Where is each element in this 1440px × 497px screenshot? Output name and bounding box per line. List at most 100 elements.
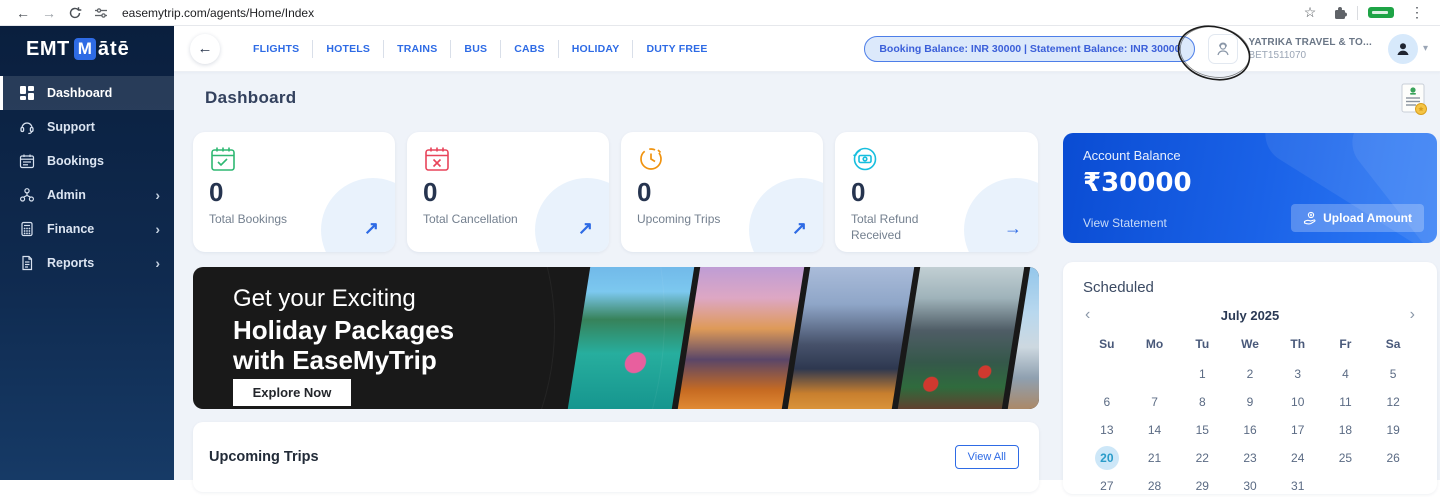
calendar-date[interactable]: 11	[1322, 391, 1370, 413]
calendar-date[interactable]: 20	[1083, 447, 1131, 469]
view-statement-link[interactable]: View Statement	[1083, 216, 1167, 230]
calendar-date[interactable]: 18	[1322, 419, 1370, 441]
calendar-date[interactable]: 12	[1369, 391, 1417, 413]
chrome-divider	[1357, 6, 1358, 20]
sidebar-item-bookings[interactable]: Bookings	[0, 144, 174, 178]
calendar-date[interactable]: 2	[1226, 363, 1274, 385]
calendar-date[interactable]: 31	[1274, 475, 1322, 497]
nav-flights[interactable]: FLIGHTS	[240, 40, 312, 58]
calendar-next-icon[interactable]: ›	[1408, 307, 1417, 323]
nav-cabs[interactable]: CABS	[500, 40, 558, 58]
calendar-date[interactable]: 15	[1178, 419, 1226, 441]
browser-forward-icon[interactable]: →	[36, 5, 62, 21]
app-header: ← FLIGHTS HOTELS TRAINS BUS CABS HOLIDAY…	[174, 26, 1440, 72]
calendar-date[interactable]: 27	[1083, 475, 1131, 497]
nav-holiday[interactable]: HOLIDAY	[558, 40, 633, 58]
emtmate-logo[interactable]: EMT M ātē	[0, 26, 174, 72]
calendar-day-header: Th	[1274, 337, 1322, 351]
upload-amount-button[interactable]: Upload Amount	[1291, 204, 1424, 232]
sidebar-item-reports[interactable]: Reports ›	[0, 246, 174, 280]
calendar-date[interactable]: 30	[1226, 475, 1274, 497]
stat-label: Total Bookings	[209, 211, 305, 227]
calendar-date[interactable]: 10	[1274, 391, 1322, 413]
headset-icon	[19, 119, 35, 135]
calendar-date[interactable]: 4	[1322, 363, 1370, 385]
explore-now-button[interactable]: Explore Now	[233, 379, 351, 406]
calendar-empty-cell	[1131, 363, 1179, 385]
agency-name: YATRIKA TRAVEL & TO...	[1248, 36, 1372, 49]
sidebar-item-dashboard[interactable]: Dashboard	[0, 76, 174, 110]
calendar-date[interactable]: 13	[1083, 419, 1131, 441]
bookmark-star-icon[interactable]: ☆	[1297, 4, 1323, 21]
calendar-date[interactable]: 17	[1274, 419, 1322, 441]
diagonal-arrow-icon[interactable]: ↗	[364, 218, 379, 239]
calendar-date[interactable]: 21	[1131, 447, 1179, 469]
calendar-date[interactable]: 28	[1131, 475, 1179, 497]
calendar-date[interactable]: 22	[1178, 447, 1226, 469]
sidebar: EMT M ātē Dashboard Support Bookings	[0, 26, 174, 480]
holiday-promo-banner[interactable]: Get your Exciting Holiday Packages with …	[193, 267, 1039, 409]
calendar-day-header: Fr	[1322, 337, 1370, 351]
right-arrow-icon[interactable]: →	[1004, 218, 1022, 239]
account-balance-title: Account Balance	[1083, 148, 1417, 163]
sidebar-menu: Dashboard Support Bookings Admin ›	[0, 76, 174, 280]
coin-hand-icon	[1303, 211, 1317, 225]
stat-label: Total Cancellation	[423, 211, 519, 227]
browser-back-icon[interactable]: ←	[10, 5, 36, 21]
calendar-date[interactable]: 8	[1178, 391, 1226, 413]
calendar-date[interactable]: 6	[1083, 391, 1131, 413]
sidebar-item-admin[interactable]: Admin ›	[0, 178, 174, 212]
calendar-date[interactable]: 1	[1178, 363, 1226, 385]
diagonal-arrow-icon[interactable]: ↗	[578, 218, 593, 239]
stat-card-total-cancellation[interactable]: 0 Total Cancellation ↗	[407, 132, 609, 252]
calendar-date[interactable]: 19	[1369, 419, 1417, 441]
calendar-date[interactable]: 29	[1178, 475, 1226, 497]
sidebar-item-label: Finance	[47, 222, 94, 236]
stat-card-total-refund[interactable]: 0 Total Refund Received →	[835, 132, 1038, 252]
chevron-right-icon: ›	[155, 222, 160, 236]
address-bar[interactable]: easemytrip.com/agents/Home/Index	[122, 6, 314, 20]
sidebar-item-label: Admin	[47, 188, 86, 202]
calendar-prev-icon[interactable]: ‹	[1083, 307, 1092, 323]
browser-reload-icon[interactable]	[62, 6, 88, 20]
sidebar-item-support[interactable]: Support	[0, 110, 174, 144]
offers-document-icon[interactable]	[1400, 82, 1428, 121]
refund-money-icon	[851, 160, 879, 177]
scheduled-calendar-card: Scheduled ‹ July 2025 › SuMoTuWeThFrSa 1…	[1063, 262, 1437, 494]
extensions-icon[interactable]	[1333, 6, 1347, 20]
calculator-icon	[19, 221, 35, 237]
nav-hotels[interactable]: HOTELS	[312, 40, 383, 58]
calendar-date[interactable]: 7	[1131, 391, 1179, 413]
chevron-down-icon[interactable]: ▾	[1423, 43, 1428, 54]
browser-menu-icon[interactable]: ⋮	[1404, 4, 1430, 21]
browser-chrome: ← → easemytrip.com/agents/Home/Index ☆ ⋮	[0, 0, 1440, 26]
stat-card-total-bookings[interactable]: 0 Total Bookings ↗	[193, 132, 395, 252]
calendar-date[interactable]: 16	[1226, 419, 1274, 441]
back-button[interactable]: ←	[190, 34, 220, 64]
calendar-date[interactable]: 26	[1369, 447, 1417, 469]
site-settings-icon[interactable]	[88, 6, 114, 20]
calendar-date[interactable]: 9	[1226, 391, 1274, 413]
sidebar-item-finance[interactable]: Finance ›	[0, 212, 174, 246]
balance-pill[interactable]: Booking Balance: INR 30000 | Statement B…	[864, 36, 1195, 62]
calendar-date[interactable]: 24	[1274, 447, 1322, 469]
banner-line-1: Get your Exciting	[233, 285, 416, 313]
browser-profile-badge[interactable]	[1368, 7, 1394, 18]
nav-bus[interactable]: BUS	[450, 40, 500, 58]
calendar-date[interactable]: 3	[1274, 363, 1322, 385]
calendar-date[interactable]: 14	[1131, 419, 1179, 441]
stat-card-upcoming-trips[interactable]: 0 Upcoming Trips ↗	[621, 132, 823, 252]
nav-trains[interactable]: TRAINS	[383, 40, 450, 58]
calendar-date[interactable]: 25	[1322, 447, 1370, 469]
agency-info[interactable]: YATRIKA TRAVEL & TO... BET1511070	[1248, 36, 1372, 62]
calendar-date[interactable]: 5	[1369, 363, 1417, 385]
calendar-date[interactable]: 23	[1226, 447, 1274, 469]
diagonal-arrow-icon[interactable]: ↗	[792, 218, 807, 239]
view-all-button[interactable]: View All	[955, 445, 1019, 469]
nav-duty-free[interactable]: DUTY FREE	[632, 40, 720, 58]
logo-m-box: M	[74, 38, 96, 60]
calendar-day-header: Tu	[1178, 337, 1226, 351]
chevron-right-icon: ›	[155, 256, 160, 270]
user-avatar[interactable]	[1388, 34, 1418, 64]
agent-support-icon[interactable]	[1208, 34, 1238, 64]
